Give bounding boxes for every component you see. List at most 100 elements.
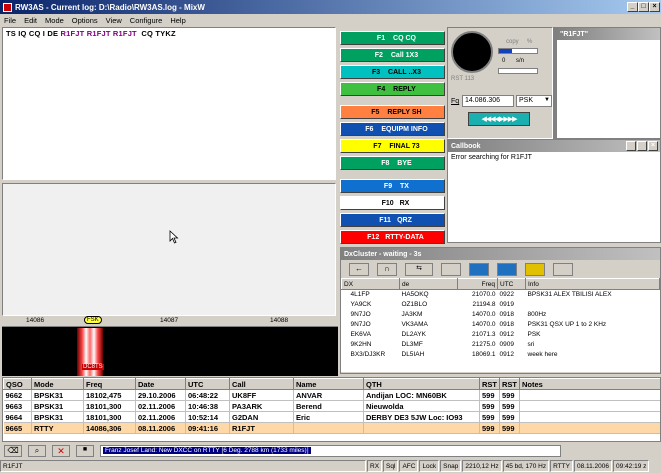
maximize-button[interactable]: □	[638, 2, 649, 12]
dx-spot-row[interactable]: BX3/DJ3KR DL5IAH 18069.1 0912 week here	[342, 350, 660, 360]
callbook-maximize-button[interactable]	[637, 141, 647, 151]
document-icon[interactable]	[441, 262, 461, 276]
log-row[interactable]: 9662 BPSK31 18102,475 29.10.2006 06:48:22 UK8…	[3, 389, 660, 401]
macro-button-f2[interactable]: F2 Call 1X3	[340, 48, 445, 62]
status-item[interactable]: AFC	[399, 460, 419, 472]
sort-up-icon[interactable]	[497, 262, 517, 276]
minimize-button[interactable]: _	[627, 2, 638, 12]
callbook-minimize-button[interactable]	[626, 141, 636, 151]
status-item[interactable]: RX	[367, 460, 383, 472]
col-qso[interactable]: QSO	[3, 378, 32, 390]
col-call[interactable]: Call	[229, 378, 294, 390]
col-de[interactable]: de	[399, 278, 458, 290]
col-notes[interactable]: Notes	[519, 378, 660, 390]
dxcluster-table: DX de Freq UTC Info 4L1FP HA5OKQ 21070.0 09…	[341, 278, 660, 360]
col-name[interactable]: Name	[293, 378, 364, 390]
menu-mode[interactable]: Mode	[45, 16, 64, 25]
status-item[interactable]: Snap	[440, 460, 462, 472]
col-qth[interactable]: QTH	[363, 378, 480, 390]
log-row[interactable]: 9665 RTTY 14086,306 08.11.2006 09:41:16 R1FJT…	[3, 422, 660, 434]
headphones-icon[interactable]: ∩	[377, 262, 397, 276]
col-freq[interactable]: Freq	[457, 278, 498, 290]
col-dx[interactable]: DX	[341, 278, 400, 290]
menu-configure[interactable]: Configure	[130, 16, 163, 25]
menu-options[interactable]: Options	[72, 16, 98, 25]
status-item[interactable]: 09:42:19 z	[613, 460, 650, 472]
clear-icon[interactable]: ⌫	[4, 444, 22, 457]
menu-file[interactable]: File	[4, 16, 16, 25]
close-button[interactable]: ×	[649, 2, 660, 12]
delete-icon[interactable]: ✕	[52, 444, 70, 457]
dx-cell-freq: 18069.1	[472, 351, 496, 358]
macro-button-f1[interactable]: F1 CQ CQ	[340, 31, 445, 45]
log-cell-mode: RTTY	[31, 422, 84, 434]
tune-arrows-button[interactable]: ◀◀◀◀▶▶▶▶	[468, 112, 530, 126]
menu-help[interactable]: Help	[170, 16, 185, 25]
dx-spot-row[interactable]: 9K2HN DL3MF 21275.0 0909 sri	[342, 340, 660, 350]
macro-button-f9[interactable]: F9 TX	[340, 179, 445, 193]
callbook-close-button[interactable]: ×	[648, 141, 658, 151]
copy-percent: %	[527, 39, 533, 45]
col-rst-sent[interactable]: RST	[479, 378, 500, 390]
dx-spot-row[interactable]: EK6VA DL2AYK 21071.3 0912 PSK	[342, 330, 660, 340]
callbook-title: Callbook	[451, 142, 481, 150]
log-row[interactable]: 9663 BPSK31 18101,300 02.11.2006 10:46:38 PA3…	[3, 400, 660, 412]
announce-icon[interactable]	[525, 262, 545, 276]
macro-key: F9	[383, 182, 393, 190]
save-icon[interactable]: ■	[76, 444, 94, 457]
col-rst-rcvd[interactable]: RST	[499, 378, 520, 390]
mode-select[interactable]: PSK ▼	[516, 95, 552, 107]
sort-down-icon[interactable]	[469, 262, 489, 276]
fsk-marker[interactable]: FSK	[84, 316, 102, 324]
macro-label: BYE	[397, 159, 412, 167]
col-info[interactable]: Info	[525, 278, 660, 290]
dx-cell-dx: 9N7JO	[350, 311, 371, 318]
menu-edit[interactable]: Edit	[24, 16, 37, 25]
log-cell-rst2: 599	[499, 400, 520, 412]
settings-icon[interactable]	[553, 262, 573, 276]
dx-spot-row[interactable]: 4L1FP HA5OKQ 21070.0 0922 BPSK31 ALEX TBILIS…	[342, 290, 660, 300]
tx-text-window[interactable]	[2, 183, 336, 316]
menu-view[interactable]: View	[106, 16, 122, 25]
dx-spot-row[interactable]: 9N7JO VK3AMA 14070.0 0918 PSK31 QSX UP 1 to …	[342, 320, 660, 330]
dxcc-info-text: Franz Josef Land: New DXCC on RTTY [6 De…	[103, 446, 311, 454]
col-utc[interactable]: UTC	[497, 278, 526, 290]
back-arrow-icon[interactable]: ←	[349, 262, 369, 276]
filter-icon[interactable]: ⇆	[405, 262, 433, 276]
rst-label: RST 113	[451, 76, 475, 82]
status-item[interactable]: 45 bd, 170 Hz	[502, 460, 550, 472]
macro-button-f7[interactable]: F7 FINAL 73	[340, 139, 445, 153]
macro-button-f8[interactable]: F8 BYE	[340, 156, 445, 170]
status-item[interactable]: 2210,12 Hz	[462, 460, 502, 472]
log-row[interactable]: 9664 BPSK31 18101,300 02.11.2006 10:52:14 G2D…	[3, 411, 660, 423]
col-freq[interactable]: Freq	[83, 378, 136, 390]
status-item[interactable]: 08.11.2006	[573, 460, 613, 472]
rx-text-window[interactable]: TS IQ CQ I DE R1FJT R1FJT R1FJT CQ TYKZ	[2, 27, 336, 180]
macro-button-f4[interactable]: F4 REPLY	[340, 82, 445, 96]
col-mode[interactable]: Mode	[31, 378, 84, 390]
log-cell-rst2: 599	[499, 411, 520, 423]
macro-button-f6[interactable]: F6 EQUIPM INFO	[340, 122, 445, 136]
macro-button-f5[interactable]: F5 REPLY SH	[340, 105, 445, 119]
status-item[interactable]: Lock	[419, 460, 440, 472]
dx-spot-row[interactable]: YA9CK OZ1BLO 21194.8 0919	[342, 300, 660, 310]
log-cell-notes	[519, 422, 660, 434]
log-cell-freq: 18101,300	[83, 400, 136, 412]
find-icon[interactable]: ⌕	[28, 444, 46, 457]
log-cell-freq: 14086,306	[83, 422, 136, 434]
col-date[interactable]: Date	[135, 378, 186, 390]
status-item[interactable]: RTTY	[550, 460, 573, 472]
mouse-cursor-icon	[169, 230, 179, 244]
macro-button-f12[interactable]: F12 RTTY-DATA	[340, 230, 445, 244]
col-utc[interactable]: UTC	[185, 378, 230, 390]
status-item[interactable]: Sql	[383, 460, 399, 472]
mode-select-value: PSK	[519, 97, 534, 104]
macro-key: F5	[371, 108, 380, 116]
macro-button-f10[interactable]: F10 RX	[340, 196, 445, 210]
macro-key: F2	[374, 51, 383, 59]
macro-button-f11[interactable]: F11 QRZ	[340, 213, 445, 227]
frequency-input[interactable]: 14.086.306	[462, 95, 514, 107]
macro-button-f3[interactable]: F3 CALL ..X3	[340, 65, 445, 79]
dx-spot-row[interactable]: 9N7JO JA3KM 14070.0 0918 800Hz	[342, 310, 660, 320]
waterfall-display[interactable]: 14086 14087 14088 FSK DC8TS	[2, 316, 338, 376]
